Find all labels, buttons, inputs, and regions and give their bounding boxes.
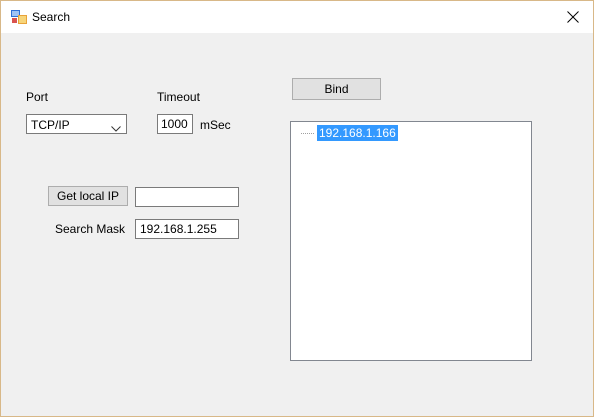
port-label: Port (26, 90, 49, 104)
tree-node-label: 192.168.1.166 (317, 125, 398, 141)
close-button[interactable] (553, 1, 593, 33)
timeout-input[interactable] (157, 114, 193, 134)
app-window-icon (11, 10, 27, 24)
timeout-label: Timeout (157, 90, 200, 104)
bind-button[interactable]: Bind (292, 78, 381, 100)
search-window: Search Port Timeout TCP/IP mSec Bind Get… (0, 0, 594, 417)
port-combo[interactable]: TCP/IP (26, 114, 127, 134)
device-tree-view[interactable]: 192.168.1.166 (290, 121, 532, 361)
window-title: Search (32, 10, 71, 24)
close-icon (567, 11, 579, 23)
chevron-down-icon (111, 121, 121, 135)
local-ip-input[interactable] (135, 187, 239, 207)
port-combo-value: TCP/IP (31, 118, 70, 132)
get-local-ip-button[interactable]: Get local IP (48, 186, 128, 206)
search-mask-label: Search Mask (55, 222, 126, 236)
tree-connector-line (301, 133, 314, 134)
msec-label: mSec (200, 118, 231, 132)
search-mask-input[interactable] (135, 219, 239, 239)
title-bar: Search (1, 1, 593, 33)
